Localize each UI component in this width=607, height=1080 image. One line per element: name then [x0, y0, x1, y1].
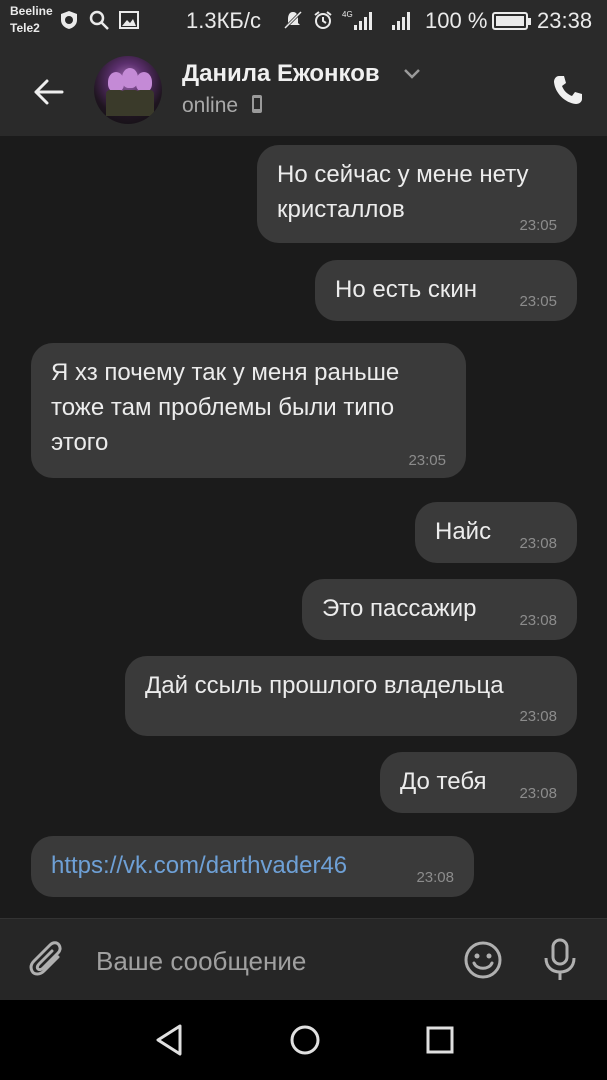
- message-text: Но есть скин: [335, 276, 478, 303]
- message-bubble-outgoing[interactable]: Но есть скин 23:05: [315, 260, 577, 321]
- chat-header: Данила Ежонков online: [0, 44, 607, 136]
- alarm-icon: [314, 11, 332, 29]
- paperclip-icon[interactable]: [28, 939, 68, 983]
- message-text: Дай ссыль прошлого владельца: [145, 672, 504, 699]
- message-text: До тебя: [400, 768, 487, 795]
- carrier-2: Tele2: [10, 21, 40, 35]
- signal-4g-icon: 4G: [342, 10, 372, 30]
- message-time: 23:05: [408, 452, 446, 469]
- status-bar: Beeline Tele2 1.3КБ/с 4G 100 % 23:38: [0, 0, 607, 44]
- mobile-device-icon: [251, 95, 262, 113]
- phone-call-icon[interactable]: [548, 70, 588, 110]
- battery-icon: [492, 12, 531, 30]
- message-time: 23:08: [519, 612, 557, 629]
- message-bubble-outgoing[interactable]: Но сейчас у мене нету кристаллов 23:05: [257, 145, 577, 243]
- message-bubble-incoming[interactable]: Я хз почему так у меня раньше тоже там п…: [31, 343, 466, 478]
- message-composer: Ваше сообщение: [0, 918, 607, 1000]
- message-text: Я хз почему так у меня раньше тоже там п…: [51, 359, 400, 456]
- emoji-icon[interactable]: [462, 939, 504, 981]
- network-type-label: 4G: [342, 10, 353, 19]
- message-time: 23:08: [519, 535, 557, 552]
- back-arrow-icon[interactable]: [28, 72, 68, 112]
- system-nav-bar: [0, 1000, 607, 1080]
- contact-status: online: [182, 94, 264, 118]
- signal-icon: [392, 12, 410, 30]
- message-text: Но сейчас у мене нету кристаллов: [277, 161, 529, 223]
- carrier-1: Beeline: [10, 4, 53, 18]
- chevron-down-icon[interactable]: [403, 68, 421, 80]
- mute-icon: [283, 10, 303, 30]
- message-bubble-outgoing[interactable]: Это пассажир 23:08: [302, 579, 577, 640]
- message-bubble-outgoing[interactable]: Найс 23:08: [415, 502, 577, 563]
- message-time: 23:05: [519, 217, 557, 234]
- message-text: Это пассажир: [322, 595, 477, 622]
- message-bubble-incoming[interactable]: https://vk.com/darthvader46 23:08: [31, 836, 474, 897]
- online-status-text: online: [182, 94, 239, 117]
- message-link[interactable]: https://vk.com/darthvader46: [51, 848, 347, 883]
- nav-back-icon[interactable]: [148, 1018, 192, 1062]
- battery-percent: 100 %: [425, 8, 488, 33]
- shield-app-icon: [61, 11, 77, 29]
- search-icon: [89, 10, 109, 30]
- clock: 23:38: [537, 8, 593, 33]
- message-bubble-outgoing[interactable]: Дай ссыль прошлого владельца 23:08: [125, 656, 577, 736]
- net-speed: 1.3КБ/с: [186, 8, 261, 33]
- image-icon: [119, 11, 139, 29]
- message-time: 23:08: [519, 785, 557, 802]
- message-time: 23:08: [416, 869, 454, 886]
- avatar[interactable]: [94, 56, 162, 124]
- message-time: 23:08: [519, 708, 557, 725]
- message-bubble-outgoing[interactable]: До тебя 23:08: [380, 752, 577, 813]
- contact-name[interactable]: Данила Ежонков: [182, 60, 380, 88]
- message-input[interactable]: Ваше сообщение: [96, 939, 436, 983]
- nav-recents-icon[interactable]: [418, 1018, 462, 1062]
- message-time: 23:05: [519, 293, 557, 310]
- carrier-names: Beeline Tele2: [10, 3, 53, 37]
- nav-home-icon[interactable]: [283, 1018, 327, 1062]
- message-text: Найс: [435, 518, 492, 545]
- microphone-icon[interactable]: [540, 937, 580, 983]
